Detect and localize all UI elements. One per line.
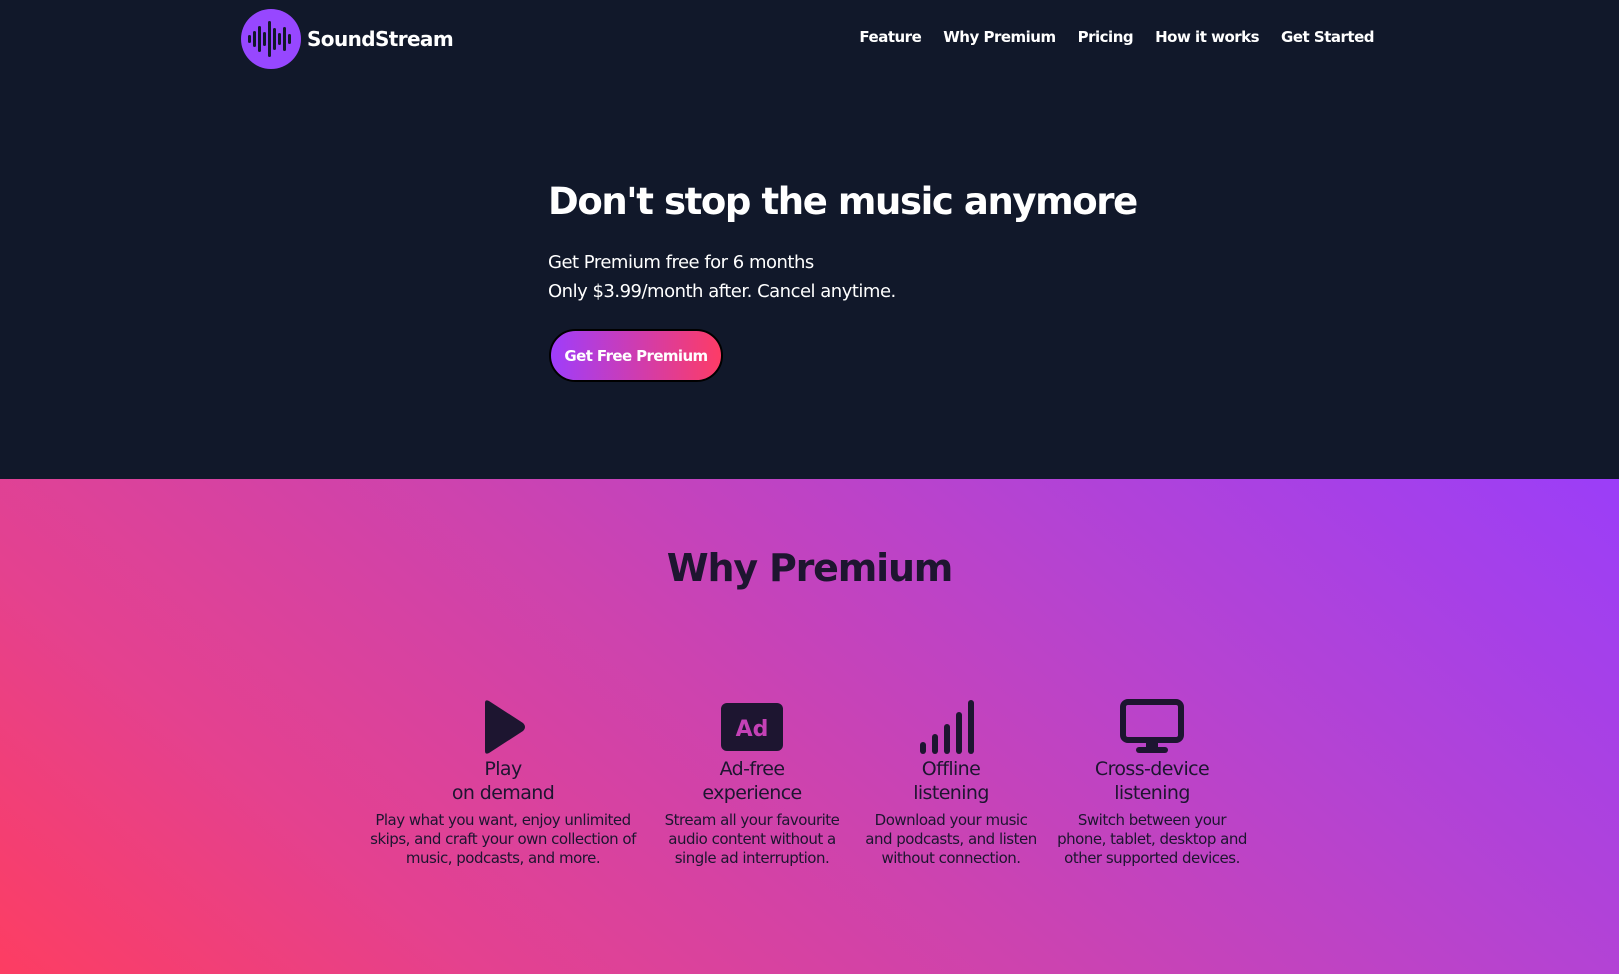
feature-desc-line: skips, and craft your own collection of — [370, 830, 636, 848]
nav-link-get-started[interactable]: Get Started — [1281, 28, 1374, 46]
feature-desc-line: Switch between your — [1077, 811, 1227, 829]
feature-desc-line: other supported devices. — [1064, 849, 1240, 867]
desktop-icon — [1120, 699, 1184, 753]
feature-desc-line: single ad interruption. — [674, 849, 830, 867]
feature-title-line2: experience — [702, 782, 802, 804]
feature-title: Ad-free experience — [652, 757, 852, 805]
feature-desc-line: and podcasts, and listen — [865, 830, 1037, 848]
get-free-premium-button[interactable]: Get Free Premium — [549, 329, 723, 382]
feature-title-line2: listening — [1114, 782, 1190, 804]
feature-title: Cross-device listening — [1052, 757, 1252, 805]
signal-bars-icon — [920, 700, 974, 754]
feature-cross-device: Cross-device listening Switch between yo… — [1052, 699, 1252, 868]
hero-section: SoundStream Feature Why Premium Pricing … — [0, 0, 1619, 479]
feature-ad-free: Ad Ad-free experience Stream all your fa… — [652, 699, 852, 868]
brand-logo-link[interactable]: SoundStream — [241, 9, 454, 69]
feature-description: Download your music and podcasts, and li… — [856, 811, 1046, 868]
feature-title-line1: Play — [484, 758, 522, 780]
feature-play-on-demand: Play on demand Play what you want, enjoy… — [353, 699, 653, 868]
feature-desc-line: audio content without a — [668, 830, 836, 848]
feature-title: Play on demand — [353, 757, 653, 805]
hero-title: Don't stop the music anymore — [548, 180, 1138, 223]
feature-desc-line: Stream all your favourite — [664, 811, 840, 829]
why-premium-section: Why Premium Play on demand Play what you… — [0, 479, 1619, 974]
hero-subtitle: Get Premium free for 6 months Only $3.99… — [548, 248, 1148, 306]
svg-text:Ad: Ad — [736, 717, 769, 742]
hero-content: Don't stop the music anymore Get Premium… — [548, 174, 1148, 382]
section-title: Why Premium — [666, 546, 954, 590]
feature-title-line1: Cross-device — [1094, 758, 1210, 780]
feature-offline-listening: Offline listening Download your music an… — [856, 699, 1046, 868]
feature-description: Stream all your favourite audio content … — [652, 811, 852, 868]
feature-desc-line: without connection. — [881, 849, 1021, 867]
soundwave-logo-icon — [241, 9, 301, 69]
hero-subtitle-line1: Get Premium free for 6 months — [548, 252, 814, 273]
feature-title-line1: Ad-free — [719, 758, 785, 780]
feature-title-line1: Offline — [921, 758, 981, 780]
feature-description: Play what you want, enjoy unlimited skip… — [353, 811, 653, 868]
nav-link-how-it-works[interactable]: How it works — [1155, 28, 1259, 46]
play-icon — [485, 700, 525, 754]
feature-desc-line: music, podcasts, and more. — [405, 849, 601, 867]
feature-description: Switch between your phone, tablet, deskt… — [1052, 811, 1252, 868]
feature-desc-line: Download your music — [874, 811, 1028, 829]
ad-icon: Ad — [721, 703, 783, 751]
nav-link-pricing[interactable]: Pricing — [1078, 28, 1134, 46]
nav-link-feature[interactable]: Feature — [859, 28, 921, 46]
brand-name: SoundStream — [307, 27, 454, 51]
nav-link-why-premium[interactable]: Why Premium — [943, 28, 1056, 46]
feature-desc-line: Play what you want, enjoy unlimited — [375, 811, 631, 829]
feature-title-line2: on demand — [451, 782, 555, 804]
main-nav: Feature Why Premium Pricing How it works… — [859, 28, 1374, 46]
feature-title-line2: listening — [913, 782, 989, 804]
feature-desc-line: phone, tablet, desktop and — [1057, 830, 1247, 848]
hero-subtitle-line2: Only $3.99/month after. Cancel anytime. — [548, 281, 896, 302]
feature-title: Offline listening — [856, 757, 1046, 805]
